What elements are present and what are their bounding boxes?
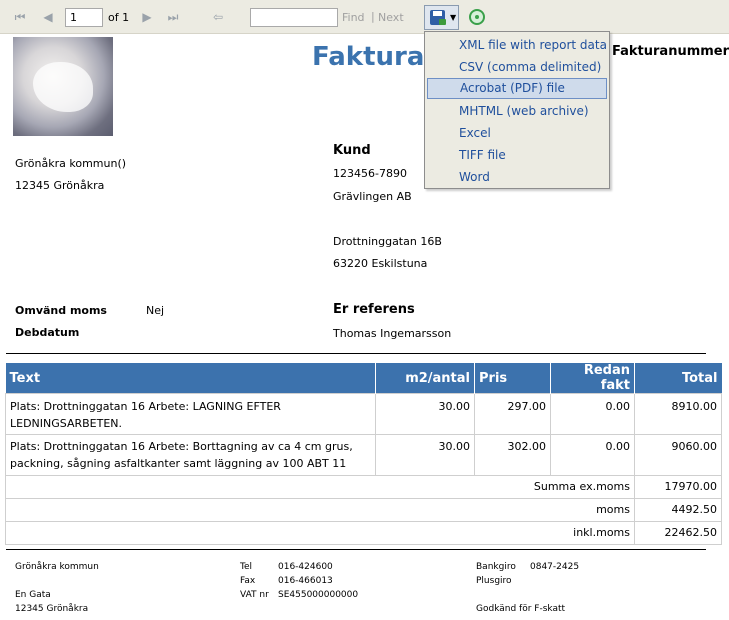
row-text: Plats: Drottninggatan 16 Arbete: LAGNING… — [5, 393, 376, 435]
report-title: Faktura — [312, 42, 425, 72]
footer-f-tax: Godkänd för F-skatt — [476, 604, 566, 614]
footer-fax-value: 016-466013 — [278, 576, 333, 586]
customer-heading: Kund — [333, 143, 371, 158]
find-link[interactable]: Find — [342, 11, 365, 24]
row-invoiced: 0.00 — [550, 434, 635, 476]
debit-date-label: Debdatum — [15, 326, 80, 339]
previous-page-icon[interactable]: ◀ — [40, 9, 56, 25]
footer-bankgiro-value: 0847-2425 — [530, 562, 580, 572]
summary-value: 4492.50 — [634, 498, 722, 522]
save-export-icon — [430, 10, 446, 25]
column-header-text: Text — [5, 363, 376, 394]
first-page-icon[interactable]: ⏮ — [12, 9, 28, 25]
footer-bankgiro-label: Bankgiro — [476, 562, 516, 572]
next-page-icon[interactable]: ▶ — [139, 9, 155, 25]
refresh-icon[interactable] — [469, 9, 485, 25]
page-number-input[interactable] — [65, 8, 103, 27]
summary-label: moms — [5, 498, 635, 522]
menu-item-excel[interactable]: Excel — [427, 123, 607, 144]
reference-name: Thomas Ingemarsson — [333, 327, 452, 340]
row-text: Plats: Drottninggatan 16 Arbete: Borttag… — [5, 434, 376, 476]
table-row: Plats: Drottninggatan 16 Arbete: LAGNING… — [5, 393, 722, 435]
footer-plusgiro-label: Plusgiro — [476, 576, 512, 586]
divider-top — [6, 353, 706, 354]
footer-tel-value: 016-424600 — [278, 562, 333, 572]
summary-value: 22462.50 — [634, 521, 722, 545]
column-header-total: Total — [634, 363, 722, 394]
find-separator: | — [371, 10, 375, 23]
reverse-vat-value: Nej — [146, 304, 165, 317]
column-header-invoiced: Redan fakt — [550, 363, 635, 394]
customer-postal: 63220 Eskilstuna — [333, 257, 428, 270]
footer-org-name: Grönåkra kommun — [15, 562, 99, 572]
summary-row: moms 4492.50 — [5, 498, 722, 522]
divider-bottom — [6, 549, 706, 550]
invoice-number-label: Fakturanummer — [612, 44, 729, 59]
menu-item-tiff[interactable]: TIFF file — [427, 145, 607, 166]
export-format-menu: XML file with report data CSV (comma del… — [424, 31, 610, 189]
summary-label: inkl.moms — [5, 521, 635, 545]
summary-row: inkl.moms 22462.50 — [5, 521, 722, 545]
column-header-price: Pris — [474, 363, 551, 394]
menu-item-mhtml[interactable]: MHTML (web archive) — [427, 101, 607, 122]
footer-vat-value: SE455000000000 — [278, 590, 359, 600]
row-quantity: 30.00 — [375, 393, 475, 435]
back-to-parent-icon[interactable]: ⇦ — [210, 9, 226, 25]
row-total: 9060.00 — [634, 434, 722, 476]
row-invoiced: 0.00 — [550, 393, 635, 435]
last-page-icon[interactable]: ⏭ — [165, 9, 181, 25]
row-price: 297.00 — [474, 393, 551, 435]
export-button[interactable]: ▼ — [424, 5, 459, 30]
menu-item-csv[interactable]: CSV (comma delimited) — [427, 57, 607, 78]
menu-item-pdf[interactable]: Acrobat (PDF) file — [427, 78, 607, 99]
sender-postal: 12345 Grönåkra — [15, 179, 105, 192]
find-text-input[interactable] — [250, 8, 338, 27]
row-total: 8910.00 — [634, 393, 722, 435]
row-price: 302.00 — [474, 434, 551, 476]
find-next-link[interactable]: Next — [378, 11, 404, 24]
footer-vat-label: VAT nr — [240, 590, 269, 600]
footer-fax-label: Fax — [240, 576, 256, 586]
organization-logo — [13, 37, 113, 136]
chevron-down-icon: ▼ — [450, 13, 457, 22]
sender-name: Grönåkra kommun() — [15, 157, 127, 170]
customer-org-nr: 123456-7890 — [333, 167, 407, 180]
page-count-label: of 1 — [108, 11, 130, 24]
menu-item-xml[interactable]: XML file with report data — [427, 35, 607, 56]
footer-tel-label: Tel — [240, 562, 253, 572]
report-toolbar: ⏮ ◀ of 1 ▶ ⏭ ⇦ Find | Next ▼ — [0, 0, 729, 34]
row-quantity: 30.00 — [375, 434, 475, 476]
invoice-lines-table: Text m2/antal Pris Redan fakt Total Plat… — [5, 363, 722, 545]
menu-item-word[interactable]: Word — [427, 167, 607, 188]
column-header-quantity: m2/antal — [375, 363, 475, 394]
footer-postal: 12345 Grönåkra — [15, 604, 89, 614]
summary-value: 17970.00 — [634, 475, 722, 499]
summary-label: Summa ex.moms — [5, 475, 635, 499]
table-row: Plats: Drottninggatan 16 Arbete: Borttag… — [5, 434, 722, 476]
footer-street: En Gata — [15, 590, 51, 600]
reference-heading: Er referens — [333, 302, 415, 317]
customer-street: Drottninggatan 16B — [333, 235, 442, 248]
reverse-vat-label: Omvänd moms — [15, 304, 107, 317]
summary-row: Summa ex.moms 17970.00 — [5, 475, 722, 499]
customer-name: Grävlingen AB — [333, 190, 412, 203]
table-header-row: Text m2/antal Pris Redan fakt Total — [5, 363, 722, 394]
